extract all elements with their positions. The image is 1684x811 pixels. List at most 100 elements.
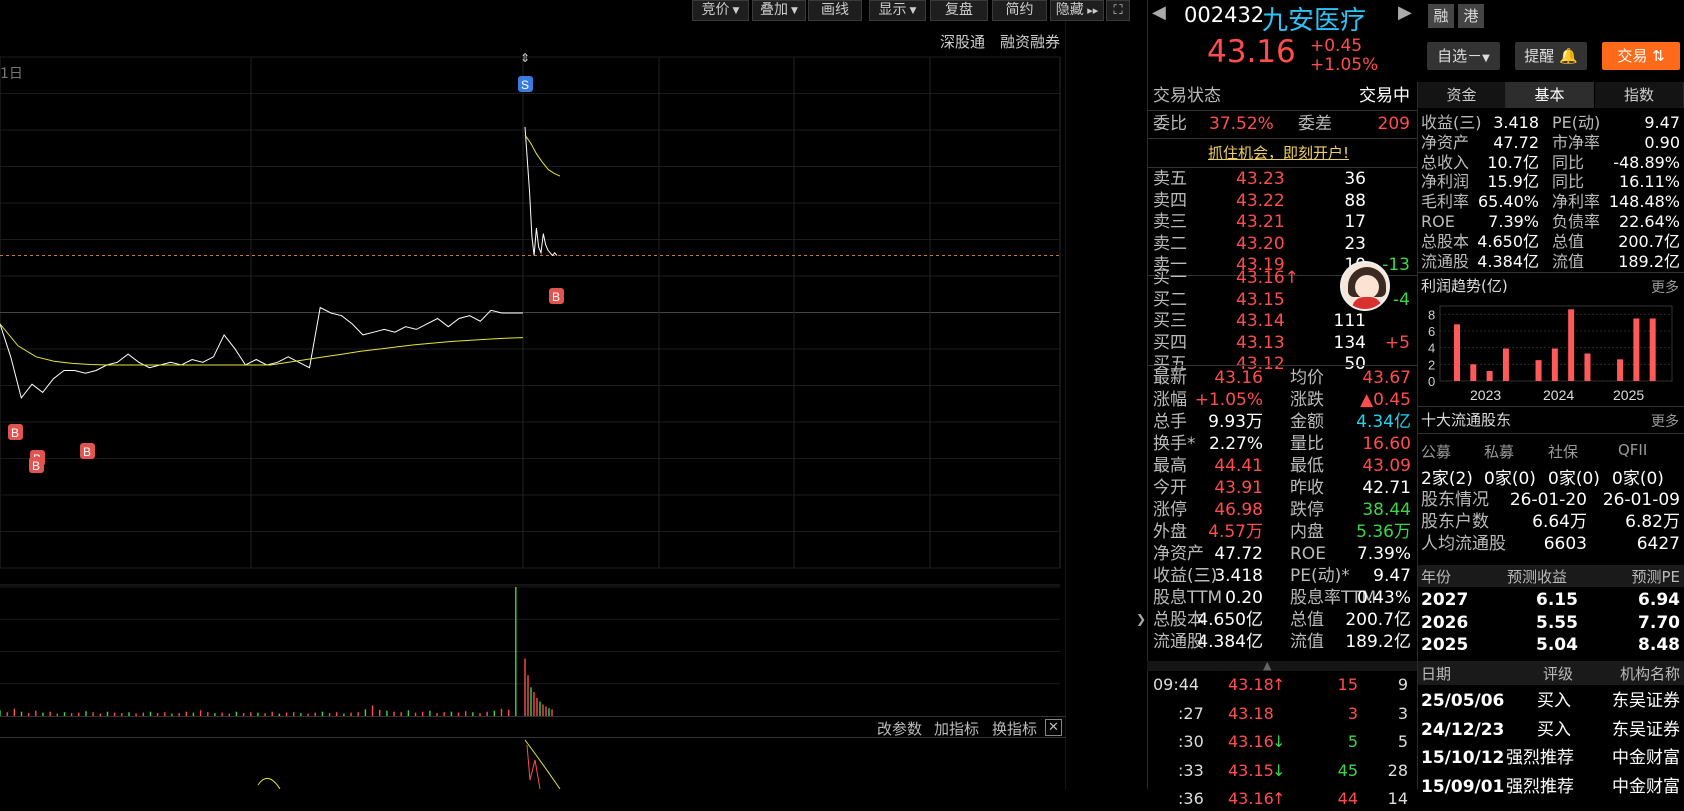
trade-status-value: 交易中: [1359, 86, 1410, 106]
fund-label: 同比: [1552, 152, 1585, 172]
trade-button[interactable]: 交易 ⇅: [1602, 42, 1680, 70]
prev-stock-icon[interactable]: ◀: [1152, 2, 1166, 23]
stat-label: 外盘: [1153, 522, 1187, 542]
forecast-year: 2026: [1421, 612, 1469, 633]
orderbook-row[interactable]: 卖三 43.21 17: [1153, 211, 1410, 233]
toolbar-button-2[interactable]: 画线: [808, 0, 862, 21]
tick-count: 3: [1397, 703, 1408, 723]
tick-row: :36 43.16 ↑ 44 14: [1153, 787, 1408, 811]
shengu-label[interactable]: 深股通: [940, 31, 985, 52]
fundamental-row: 总股本 4.650亿 总值 200.7亿: [1421, 232, 1680, 252]
stat-value: 189.2亿: [1345, 632, 1411, 652]
holders-more-link[interactable]: 更多: [1651, 411, 1679, 431]
watchlist-button[interactable]: 自选－▼: [1427, 42, 1500, 70]
stat-label: 最新: [1153, 368, 1187, 388]
tab-2[interactable]: 指数: [1595, 82, 1684, 108]
bell-icon: 🔔: [1559, 47, 1578, 65]
buy-marker[interactable]: B: [80, 443, 95, 459]
tick-volume: 15: [1337, 675, 1358, 694]
tick-volume: 45: [1337, 760, 1358, 780]
buy-marker[interactable]: B: [8, 424, 23, 440]
stat-label: 昨收: [1290, 478, 1324, 498]
tag-rong[interactable]: 融: [1428, 4, 1454, 28]
price-change: +0.45: [1310, 36, 1363, 56]
forecast-row: 2026 5.55 7.70: [1421, 612, 1680, 634]
holder-category: 公募: [1421, 443, 1452, 461]
rating-row[interactable]: 24/12/23 买入 东吴证券: [1421, 718, 1680, 742]
toolbar-button-1[interactable]: 叠加 ▼: [752, 0, 806, 21]
stat-value: 4.57万: [1208, 522, 1263, 542]
stat-row: 总股本 4.650亿 总值 200.7亿: [1153, 609, 1411, 631]
fund-value: 10.7亿: [1487, 152, 1539, 172]
stat-value: 9.93万: [1208, 412, 1263, 432]
toolbar-label: 画线: [821, 2, 849, 18]
rating-row[interactable]: 25/05/06 买入 东吴证券: [1421, 689, 1680, 713]
orderbook-row[interactable]: 卖五 43.23 36: [1153, 168, 1410, 190]
toolbar-button-3[interactable]: 显示 ▼: [869, 0, 926, 21]
tab-1[interactable]: 基本: [1506, 82, 1594, 108]
fullscreen-icon[interactable]: ⛶: [1106, 0, 1130, 21]
holder-category: 私募: [1484, 443, 1515, 461]
profit-bar: [1486, 371, 1493, 381]
toolbar-button-6[interactable]: 隐藏 ▸▸: [1050, 0, 1104, 21]
holder-row-value: 6603: [1543, 534, 1587, 554]
fund-value: 47.72: [1493, 132, 1539, 152]
pin-icon[interactable]: ⇕: [520, 51, 530, 65]
rating-org: 东吴证券: [1612, 719, 1680, 740]
rating-row[interactable]: 15/10/12 强烈推荐 中金财富: [1421, 746, 1680, 770]
tick-row: :27 43.18 3 3: [1153, 702, 1408, 726]
collapse-handle-icon[interactable]: ❯: [1136, 612, 1146, 630]
stock-code: 002432: [1184, 3, 1265, 27]
orderbook-row[interactable]: 卖四 43.22 88: [1153, 190, 1410, 212]
stat-value: 42.71: [1362, 478, 1411, 498]
swap-indicator-button[interactable]: 换指标: [992, 718, 1037, 739]
tab-0[interactable]: 资金: [1418, 82, 1506, 108]
fund-label: 同比: [1552, 172, 1585, 192]
orderbook-row[interactable]: 卖二 43.20 23: [1153, 233, 1410, 255]
add-indicator-button[interactable]: 加指标: [934, 718, 979, 739]
fund-value: 148.48%: [1608, 192, 1680, 212]
profit-more-link[interactable]: 更多: [1651, 277, 1679, 297]
weibi-value: 37.52%: [1209, 114, 1274, 134]
holder-category: 社保: [1548, 443, 1579, 461]
profit-y-tick: 0: [1428, 374, 1435, 389]
tag-gang[interactable]: 港: [1458, 4, 1484, 28]
orderbook-row[interactable]: 买四 43.13 134 +5: [1153, 332, 1410, 354]
open-account-link[interactable]: 抓住机会，即刻开户!: [1208, 142, 1349, 163]
profit-bar: [1551, 348, 1558, 381]
orderbook-price: 43.20: [1236, 233, 1285, 254]
marker-label: B: [11, 426, 19, 440]
stat-row: 股息TTM 0.20 股息率TTM 0.43%: [1153, 587, 1411, 609]
profit-x-label: 2025: [1613, 387, 1644, 403]
orderbook-row[interactable]: 买三 43.14 111: [1153, 310, 1410, 332]
next-stock-icon[interactable]: ▶: [1398, 2, 1412, 23]
toolbar-button-4[interactable]: 复盘: [930, 0, 988, 21]
rating-date: 24/12/23: [1421, 719, 1505, 740]
buy-marker[interactable]: B: [549, 288, 564, 304]
stat-value: 47.72: [1214, 544, 1263, 564]
stat-value: 46.98: [1214, 500, 1263, 520]
profit-trend-chart: 8 6 42 0 2023 2024 2025: [1428, 305, 1673, 403]
expand-up-icon[interactable]: ▲: [1263, 659, 1271, 672]
chevron-down-icon: ▼: [909, 6, 917, 16]
intraday-chart[interactable]: 4.66%3.99%3.33%2.66%2.00%1.33%0.67%0.00%…: [0, 0, 1066, 789]
stat-label: 涨幅: [1153, 390, 1187, 410]
arrow-down-icon: ↓: [1272, 732, 1286, 751]
tick-row: 09:44 43.18 ↑ 15 9: [1153, 673, 1408, 697]
holders-title: 十大流通股东: [1421, 411, 1512, 429]
stat-row: 外盘 4.57万 内盘 5.36万: [1153, 521, 1411, 543]
alert-button[interactable]: 提醒 🔔: [1515, 42, 1587, 70]
params-button[interactable]: 改参数: [877, 718, 922, 739]
rating-row[interactable]: 15/09/01 强烈推荐 中金财富: [1421, 775, 1680, 799]
stat-value: 200.7亿: [1345, 610, 1411, 630]
weicha-label: 委差: [1298, 114, 1332, 134]
rongzi-label[interactable]: 融资融券: [1000, 31, 1060, 52]
toolbar-button-5[interactable]: 简约: [992, 0, 1047, 21]
sell-marker[interactable]: S: [518, 76, 533, 92]
buy-marker[interactable]: B: [29, 457, 44, 473]
assistant-avatar[interactable]: [1340, 261, 1390, 311]
stat-label: PE(动)*: [1290, 566, 1350, 586]
close-icon[interactable]: ✕: [1045, 719, 1062, 736]
tick-price: 43.16: [1228, 789, 1274, 808]
toolbar-button-0[interactable]: 竞价 ▼: [692, 0, 749, 21]
